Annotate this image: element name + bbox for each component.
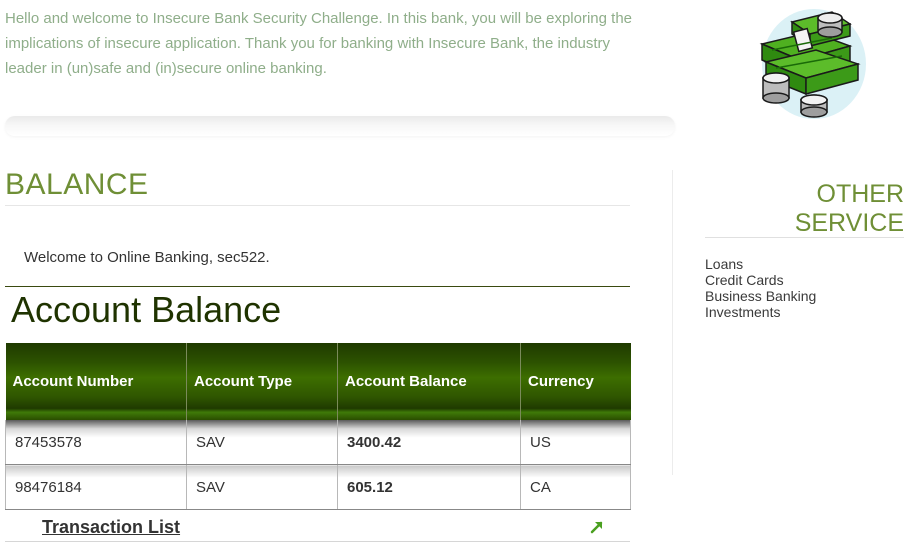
other-service-rule: [705, 237, 904, 238]
page: Hello and welcome to Insecure Bank Secur…: [0, 0, 916, 547]
account-number-cell: 87453578: [5, 420, 187, 465]
account-balance-cell: 3400.42: [337, 420, 521, 465]
section-title-rule: [5, 205, 630, 206]
transaction-list-link[interactable]: Transaction List: [42, 517, 180, 538]
other-service-item-loans[interactable]: Loans: [705, 256, 816, 272]
column-header-currency: Currency: [520, 343, 631, 420]
other-service-title: OTHER SERVICE: [794, 180, 904, 237]
account-balance-cell: 605.12: [337, 464, 521, 510]
account-balance-table: Account Number Account Type Account Bala…: [5, 343, 631, 510]
other-service-item-credit-cards[interactable]: Credit Cards: [705, 272, 816, 288]
transaction-list-rule: [5, 541, 630, 542]
other-service-item-business-banking[interactable]: Business Banking: [705, 288, 816, 304]
account-balance-heading: Account Balance: [11, 289, 282, 330]
column-header-account-type: Account Type: [186, 343, 338, 420]
table-header-row: Account Number Account Type Account Bala…: [5, 343, 631, 420]
currency-cell: CA: [520, 464, 631, 510]
account-type-cell: SAV: [186, 464, 338, 510]
table-row: 87453578 SAV 3400.42 US: [5, 420, 631, 465]
header-divider: [5, 116, 675, 136]
account-type-cell: SAV: [186, 420, 338, 465]
table-row: 98476184 SAV 605.12 CA: [5, 464, 631, 510]
intro-text: Hello and welcome to Insecure Bank Secur…: [5, 10, 633, 77]
account-balance-rule: [5, 286, 630, 287]
other-service-item-investments[interactable]: Investments: [705, 304, 816, 320]
balance-section-title: BALANCE: [5, 168, 149, 201]
sidebar-divider: [672, 170, 673, 475]
external-arrow-icon[interactable]: [589, 519, 605, 535]
other-service-list: Loans Credit Cards Business Banking Inve…: [705, 256, 816, 320]
column-header-account-balance: Account Balance: [337, 343, 521, 420]
money-stack-icon: [759, 9, 866, 119]
account-number-cell: 98476184: [5, 464, 187, 510]
column-header-account-number: Account Number: [5, 343, 187, 420]
currency-cell: US: [520, 420, 631, 465]
welcome-message: Welcome to Online Banking, sec522.: [24, 249, 270, 266]
